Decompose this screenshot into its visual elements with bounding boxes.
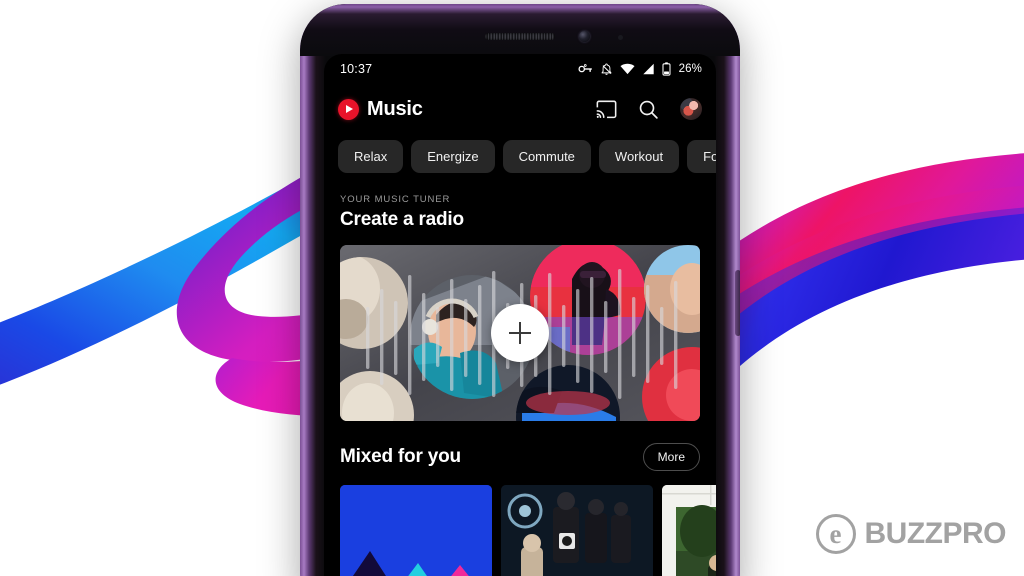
section-title: Create a radio — [340, 209, 464, 230]
buzzpro-wordmark: BUZZPRO — [864, 517, 1007, 550]
phone-device: 10:37 26% Music Relax Energize Commute W… — [300, 4, 740, 576]
cellular-signal-icon — [642, 63, 654, 75]
card-green-artwork — [662, 485, 716, 576]
card-band-photo[interactable] — [501, 485, 653, 576]
card-blue-gradient[interactable] — [340, 485, 492, 576]
vpn-key-icon — [578, 64, 592, 73]
phone-top-bezel — [300, 4, 740, 56]
section-eyebrow: YOUR MUSIC TUNER — [340, 194, 451, 205]
proximity-sensor — [618, 35, 623, 40]
notifications-off-icon — [601, 63, 611, 75]
chip-energize[interactable]: Energize — [411, 140, 495, 173]
app-title: Music — [367, 97, 423, 120]
chip-commute[interactable]: Commute — [502, 140, 591, 173]
buzzpro-e-logo-icon: e — [815, 514, 856, 554]
avatar[interactable] — [680, 98, 702, 120]
search-icon[interactable] — [638, 99, 659, 120]
status-bar: 10:37 26% — [324, 54, 716, 84]
mixed-for-you-header: Mixed for you More — [324, 421, 716, 471]
front-camera — [579, 31, 590, 42]
chip-relax[interactable]: Relax — [338, 140, 404, 173]
add-plus-icon[interactable] — [491, 304, 549, 362]
brand-lockup[interactable]: Music — [338, 98, 423, 121]
youtube-music-logo-icon — [338, 98, 359, 120]
chip-focus[interactable]: Focus — [687, 140, 716, 173]
mixed-for-you-title: Mixed for you — [340, 446, 461, 467]
cast-icon[interactable] — [596, 100, 617, 119]
mood-chips-list: Relax Energize Commute Workout Focus — [324, 134, 716, 179]
status-icon-group: 26% — [578, 62, 702, 76]
app-bar: Music — [324, 84, 716, 134]
card-blue-artwork — [340, 485, 492, 576]
wifi-icon — [620, 63, 635, 75]
buzzpro-watermark: e BUZZPRO — [815, 514, 1007, 554]
tuner-section-header: YOUR MUSIC TUNER Create a radio — [324, 186, 716, 231]
mixed-for-you-carousel[interactable] — [324, 471, 716, 576]
card-green-photo[interactable] — [662, 485, 716, 576]
chip-workout[interactable]: Workout — [598, 140, 680, 173]
power-button[interactable] — [735, 270, 740, 336]
create-radio-hero-card[interactable] — [340, 245, 700, 421]
status-time: 10:37 — [340, 62, 373, 76]
app-bar-actions — [596, 98, 702, 120]
earpiece-speaker — [485, 33, 555, 40]
battery-icon — [662, 62, 671, 76]
card-band-artwork — [501, 485, 653, 576]
phone-screen: 10:37 26% Music Relax Energize Commute W… — [324, 54, 716, 576]
battery-percent-label: 26% — [678, 63, 702, 75]
more-button[interactable]: More — [642, 443, 700, 471]
mood-chips-scroller[interactable]: Relax Energize Commute Workout Focus — [324, 134, 716, 186]
